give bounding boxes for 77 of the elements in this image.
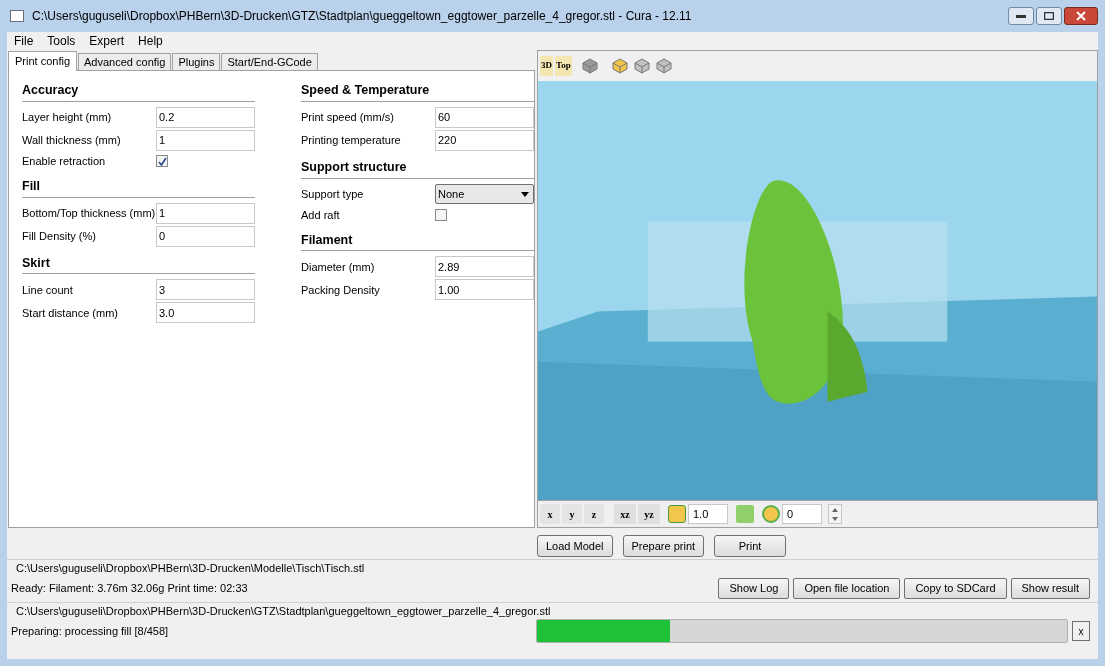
field-label: Support type [301, 186, 365, 202]
axis-rotate-button[interactable]: y [562, 504, 582, 524]
job-button[interactable]: Open file location [793, 577, 901, 599]
cube-view-icon[interactable] [609, 56, 630, 76]
close-icon [1076, 11, 1086, 21]
job-button[interactable]: Copy to SDCard [904, 577, 1007, 599]
minimize-button[interactable] [1008, 7, 1034, 25]
close-button[interactable] [1064, 7, 1098, 25]
maximize-button[interactable] [1036, 7, 1062, 25]
spin-button[interactable] [828, 504, 842, 524]
input-field[interactable]: 3 [156, 279, 255, 301]
support-type-dropdown[interactable]: None [435, 184, 534, 204]
input-field[interactable]: 1 [156, 129, 255, 151]
status-text: Ready: Filament: 3.76m 32.06g Print time: 02:33 [11, 580, 248, 596]
cube-view-icon[interactable] [653, 56, 674, 76]
section-heading: Accuracy [22, 81, 255, 102]
section-heading: Skirt [22, 253, 255, 275]
window-title: C:\Users\guguseli\Dropbox\PHBern\3D-Drucken\GTZ\Stadtplan\gueggeltown_eggtower_parzelle_4_gregor.stl - Cura - 12.11 [32, 8, 692, 25]
up-arrow-icon [832, 507, 838, 512]
file-path: C:\Users\guguseli\Dropbox\PHBern\3D-Drucken\Modelle\Tisch\Tisch.stl [15, 561, 366, 575]
field-label: Fill Density (%) [22, 228, 97, 244]
input-field[interactable]: 3.0 [156, 302, 255, 324]
section-heading: Fill [22, 176, 255, 198]
tab[interactable]: Start/End-GCode [221, 53, 318, 70]
job-button[interactable]: Show Log [718, 577, 790, 599]
down-arrow-icon [832, 516, 838, 521]
field-label: Line count [22, 282, 74, 298]
input-field[interactable]: 1 [156, 202, 255, 224]
scale-field[interactable]: 1.0 [688, 504, 728, 524]
action-button[interactable]: Load Model [537, 535, 613, 557]
field-label: Wall thickness (mm) [22, 133, 122, 148]
section-heading: Support structure [301, 157, 534, 179]
field-label: Layer height (mm) [22, 110, 113, 125]
menu-item[interactable]: Tools [42, 32, 81, 50]
mirror-button[interactable]: xz [614, 504, 636, 524]
cancel-button[interactable]: x [1072, 621, 1090, 641]
menu-item[interactable]: Help [133, 32, 168, 50]
field-label: Add raft [301, 207, 341, 223]
checkbox[interactable] [156, 155, 168, 168]
section-heading: Filament [301, 230, 534, 252]
input-field[interactable]: 220 [435, 129, 534, 151]
rotate-field[interactable]: 0 [782, 504, 822, 524]
section-heading: Speed & Temperature [301, 81, 534, 102]
checkbox[interactable] [435, 209, 447, 221]
caret-icon [521, 191, 529, 197]
menu-item[interactable]: File [9, 32, 39, 50]
minimize-icon [1016, 14, 1026, 18]
field-label: Start distance (mm) [22, 305, 119, 321]
view-button[interactable]: Top [555, 56, 572, 76]
tab[interactable]: Print config [8, 51, 78, 71]
field-label: Diameter (mm) [301, 259, 376, 275]
status-text: Preparing: processing fill [8/458] [11, 623, 169, 639]
cube-view-icon[interactable] [631, 56, 652, 76]
input-field[interactable]: 0 [156, 225, 255, 247]
action-button[interactable]: Print [714, 535, 787, 557]
cube-view-icon[interactable] [579, 56, 600, 76]
axis-rotate-button[interactable]: z [584, 504, 604, 524]
field-label: Enable retraction [22, 154, 107, 169]
input-field[interactable]: 0.2 [156, 106, 255, 128]
axis-rotate-button[interactable]: x [540, 504, 560, 524]
tab[interactable]: Plugins [172, 53, 221, 70]
app-icon [10, 10, 24, 22]
field-label: Print speed (mm/s) [301, 110, 395, 125]
input-field[interactable]: 2.89 [435, 256, 534, 278]
field-label: Printing temperature [301, 133, 402, 148]
input-field[interactable]: 1.00 [435, 279, 534, 301]
view-button[interactable]: 3D [540, 56, 553, 76]
maximize-icon [1044, 12, 1054, 20]
action-button[interactable]: Prepare print [622, 535, 705, 557]
field-label: Packing Density [301, 282, 381, 298]
field-label: Bottom/Top thickness (mm) [22, 205, 156, 221]
input-field[interactable]: 60 [435, 106, 534, 128]
job-button[interactable]: Show result [1010, 577, 1090, 599]
file-path: C:\Users\guguseli\Dropbox\PHBern\3D-Drucken\GTZ\Stadtplan\gueggeltown_eggtower_parzelle_4_gregor.stl [15, 604, 552, 618]
tab[interactable]: Advanced config [78, 53, 172, 70]
menu-item[interactable]: Expert [84, 32, 130, 50]
mirror-button[interactable]: yz [638, 504, 660, 524]
